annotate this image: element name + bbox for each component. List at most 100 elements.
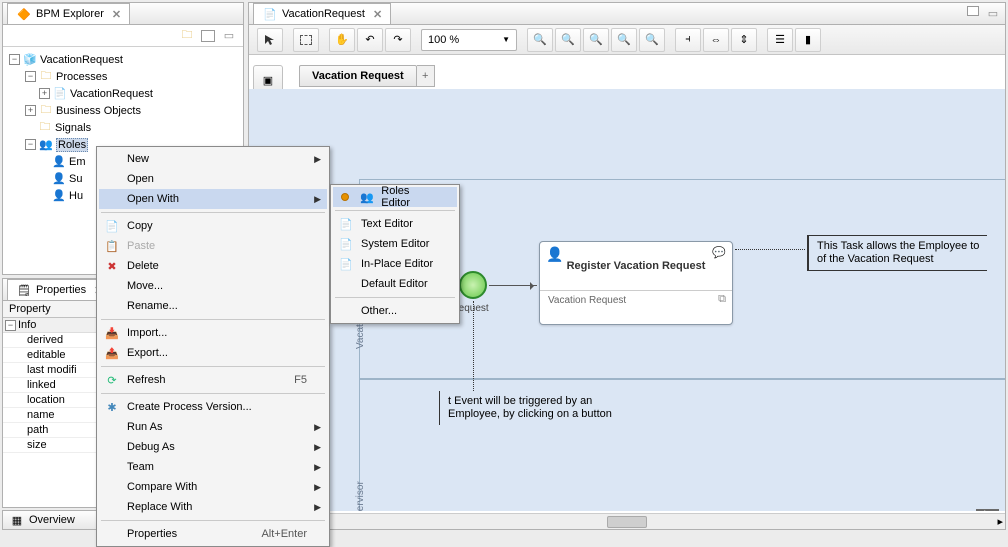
- export-icon: 📤: [103, 345, 121, 361]
- explorer-title: BPM Explorer: [36, 8, 104, 20]
- lane-label-supervisor: Supervisor: [355, 481, 366, 511]
- expand-icon[interactable]: +: [25, 105, 36, 116]
- view-menu-icon[interactable]: [201, 30, 215, 42]
- ctx-import[interactable]: 📥Import...: [99, 323, 327, 343]
- distribute-v-tool[interactable]: ⇕: [731, 28, 757, 52]
- zoom-combo[interactable]: 100 % ▼: [421, 29, 517, 51]
- tree-root[interactable]: − 🧊 VacationRequest: [5, 51, 241, 68]
- ctx-text-editor[interactable]: 📄Text Editor: [333, 214, 457, 234]
- start-event[interactable]: [459, 271, 487, 299]
- ctx-in-place-editor[interactable]: 📄In-Place Editor: [333, 254, 457, 274]
- sequence-flow[interactable]: [489, 285, 537, 286]
- bullet-icon: [341, 193, 349, 201]
- ctx-paste[interactable]: 📋Paste: [99, 236, 327, 256]
- collapse-icon[interactable]: −: [25, 139, 36, 150]
- distribute-h-tool[interactable]: ⇔: [703, 28, 729, 52]
- ctx-rename[interactable]: Rename...: [99, 296, 327, 316]
- horizontal-scrollbar[interactable]: ◂ ▸: [249, 513, 1005, 529]
- delete-icon: ✖: [103, 258, 121, 274]
- copy-icon: 📄: [103, 218, 121, 234]
- chevron-right-icon: ▶: [314, 154, 321, 165]
- pan-tool[interactable]: ✋: [329, 28, 355, 52]
- subprocess-icon: ⧉: [718, 293, 726, 306]
- paste-icon: 📋: [103, 238, 121, 254]
- ctx-run-as[interactable]: Run As▶: [99, 417, 327, 437]
- task-register-vacation[interactable]: 👤 💬 Register Vacation Request ⧉ Vacation…: [539, 241, 733, 325]
- editor-subtabs: Vacation Request +: [299, 65, 435, 87]
- tree-business-objects[interactable]: + 🗀 Business Objects: [5, 102, 241, 119]
- tree-processes[interactable]: − 🗀 Processes: [5, 68, 241, 85]
- ctx-default-editor[interactable]: Default Editor: [333, 274, 457, 294]
- ctx-replace-with[interactable]: Replace With▶: [99, 497, 327, 517]
- link-editor-icon[interactable]: 🗀: [179, 28, 195, 44]
- tree-process-item[interactable]: + 📄 VacationRequest: [5, 85, 241, 102]
- context-submenu-open-with: 👥Roles Editor 📄Text Editor 📄System Edito…: [330, 184, 460, 324]
- ctx-other[interactable]: Other...: [333, 301, 457, 321]
- marquee-tool[interactable]: [293, 28, 319, 52]
- ctx-open-with[interactable]: Open With▶: [99, 189, 327, 209]
- zoom-out-tool[interactable]: 🔍: [555, 28, 581, 52]
- properties-title: Properties: [36, 284, 86, 296]
- minimize-icon[interactable]: ▭: [985, 6, 1001, 22]
- folder-icon: 🗀: [38, 103, 54, 119]
- explorer-tab[interactable]: 🔶 BPM Explorer ✕: [7, 3, 130, 24]
- maximize-icon[interactable]: [967, 6, 979, 16]
- zoom-in-tool[interactable]: 🔍: [527, 28, 553, 52]
- refresh-icon: ⟳: [103, 372, 121, 388]
- ctx-properties[interactable]: PropertiesAlt+Enter: [99, 524, 327, 544]
- ctx-compare-with[interactable]: Compare With▶: [99, 477, 327, 497]
- minimize-icon[interactable]: ▭: [221, 28, 237, 44]
- project-icon: 🧊: [22, 52, 38, 68]
- ctx-refresh[interactable]: ⟳RefreshF5: [99, 370, 327, 390]
- ctx-open[interactable]: Open: [99, 169, 327, 189]
- overview-icon: ▦: [9, 512, 25, 528]
- expand-icon[interactable]: +: [39, 88, 50, 99]
- context-menu: New▶ Open Open With▶ 📄Copy 📋Paste ✖Delet…: [96, 146, 330, 547]
- add-subtab[interactable]: +: [417, 65, 435, 87]
- collapse-icon[interactable]: −: [25, 71, 36, 82]
- association-line: [735, 249, 805, 250]
- film-tool[interactable]: ▮: [795, 28, 821, 52]
- truncated-text: elea: [976, 509, 999, 511]
- process-icon: 📄: [262, 6, 278, 22]
- ctx-roles-editor[interactable]: 👥Roles Editor: [333, 187, 457, 207]
- ctx-export[interactable]: 📤Export...: [99, 343, 327, 363]
- in-place-editor-icon: 📄: [337, 256, 355, 272]
- zoom-sel-tool[interactable]: 🔍: [639, 28, 665, 52]
- chevron-right-icon: ▶: [314, 502, 321, 513]
- scroll-thumb[interactable]: [607, 516, 647, 528]
- select-tool[interactable]: [257, 28, 283, 52]
- ctx-create-version[interactable]: ✱Create Process Version...: [99, 397, 327, 417]
- redo-tool[interactable]: ↷: [385, 28, 411, 52]
- close-icon[interactable]: ✕: [112, 8, 121, 21]
- undo-tool[interactable]: ↶: [357, 28, 383, 52]
- ctx-debug-as[interactable]: Debug As▶: [99, 437, 327, 457]
- scroll-right-icon[interactable]: ▸: [997, 515, 1003, 528]
- subtab-vacation-request[interactable]: Vacation Request: [299, 65, 417, 87]
- import-icon: 📥: [103, 325, 121, 341]
- ctx-team[interactable]: Team▶: [99, 457, 327, 477]
- process-icon: 📄: [52, 86, 68, 102]
- chevron-right-icon: ▶: [314, 422, 321, 433]
- zoom-100-tool[interactable]: 🔍: [611, 28, 637, 52]
- role-icon: 👤: [51, 154, 67, 170]
- ctx-delete[interactable]: ✖Delete: [99, 256, 327, 276]
- close-icon[interactable]: ✕: [373, 8, 382, 21]
- ctx-system-editor[interactable]: 📄System Editor: [333, 234, 457, 254]
- editor-tab[interactable]: 📄 VacationRequest ✕: [253, 3, 391, 24]
- system-editor-icon: 📄: [337, 236, 355, 252]
- collapse-icon[interactable]: −: [5, 320, 16, 331]
- ctx-copy[interactable]: 📄Copy: [99, 216, 327, 236]
- align-tool[interactable]: ⫞: [675, 28, 701, 52]
- annotation-task[interactable]: This Task allows the Employee to of the …: [807, 235, 987, 271]
- zoom-fit-tool[interactable]: 🔍: [583, 28, 609, 52]
- collapse-icon[interactable]: −: [9, 54, 20, 65]
- ctx-new[interactable]: New▶: [99, 149, 327, 169]
- chevron-right-icon: ▶: [314, 442, 321, 453]
- folder-icon: 🗀: [38, 69, 54, 85]
- annotation-start[interactable]: t Event will be triggered by an Employee…: [439, 391, 639, 425]
- list-tool[interactable]: ☰: [767, 28, 793, 52]
- explorer-toolbar: 🗀 ▭: [3, 25, 243, 47]
- tree-signals[interactable]: 🗀 Signals: [5, 119, 241, 136]
- ctx-move[interactable]: Move...: [99, 276, 327, 296]
